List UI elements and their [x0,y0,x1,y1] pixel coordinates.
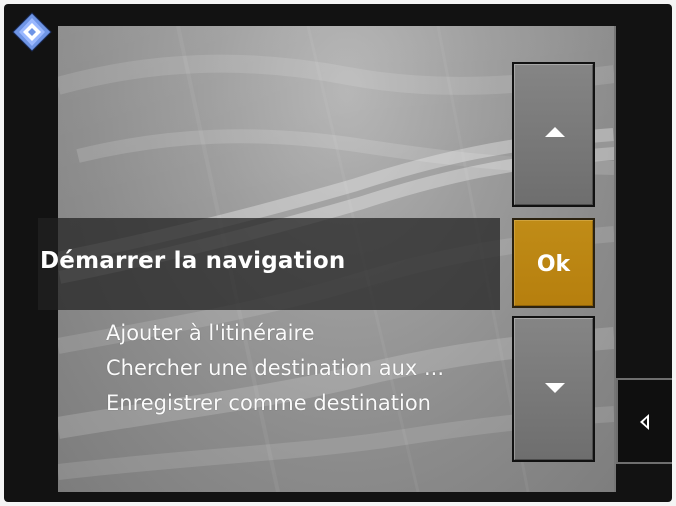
destination-menu-list: Ajouter à l'itinéraire Chercher une dest… [106,316,496,421]
scroll-down-button[interactable] [512,316,595,462]
scroll-up-button[interactable] [512,62,595,207]
add-to-route-item[interactable]: Ajouter à l'itinéraire [106,316,496,351]
ok-button[interactable]: Ok [512,218,595,308]
ok-button-label: Ok [536,252,571,277]
back-button[interactable] [616,378,672,464]
device-frame: Démarrer la navigation Ajouter à l'itiné… [4,4,672,502]
triangle-up-icon [545,127,565,137]
start-navigation-label[interactable]: Démarrer la navigation [40,248,345,274]
compass-icon [12,12,52,52]
triangle-down-icon [545,383,565,393]
triangle-left-icon [640,414,649,430]
save-as-destination-item[interactable]: Enregistrer comme destination [106,386,496,421]
search-nearby-destination-item[interactable]: Chercher une destination aux ... [106,351,496,386]
